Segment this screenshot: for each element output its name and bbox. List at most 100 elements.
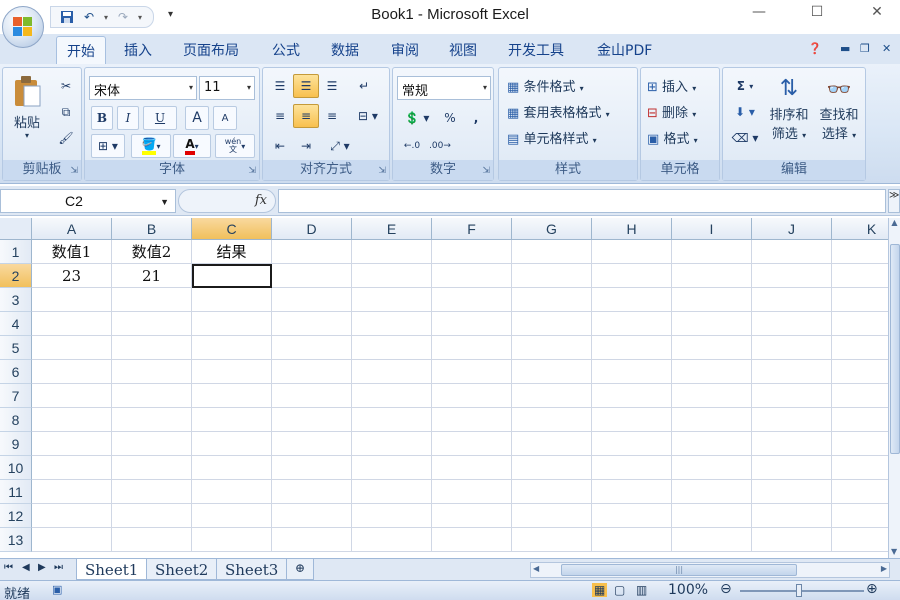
italic-button[interactable]: I (117, 106, 139, 130)
cell-k13[interactable] (832, 528, 888, 552)
tab-wps-pdf[interactable]: 金山PDF (597, 40, 652, 60)
cell-e2[interactable] (352, 264, 432, 288)
cell-e3[interactable] (352, 288, 432, 312)
align-right-button[interactable]: ≡ (319, 104, 345, 128)
cell-j6[interactable] (752, 360, 832, 384)
cell-b12[interactable] (112, 504, 192, 528)
cell-c1[interactable]: 结果 (192, 240, 272, 264)
phonetic-button[interactable]: wén 文 ▾ (215, 134, 255, 158)
cell-j9[interactable] (752, 432, 832, 456)
decrease-decimal-button[interactable]: .00→ (427, 134, 453, 158)
cell-f5[interactable] (432, 336, 512, 360)
cell-g5[interactable] (512, 336, 592, 360)
cell-f4[interactable] (432, 312, 512, 336)
accounting-format-button[interactable]: 💲 ▾ (399, 106, 435, 130)
cell-a13[interactable] (32, 528, 112, 552)
cell-j1[interactable] (752, 240, 832, 264)
cell-k8[interactable] (832, 408, 888, 432)
insert-sheet-icon[interactable]: ⊕ (286, 559, 315, 580)
cell-a1[interactable]: 数值1 (32, 240, 112, 264)
cell-d3[interactable] (272, 288, 352, 312)
increase-indent-button[interactable]: ⇥ (293, 134, 319, 158)
cell-a11[interactable] (32, 480, 112, 504)
row-header-13[interactable]: 13 (0, 528, 32, 552)
column-header-d[interactable]: D (272, 218, 352, 240)
cell-a6[interactable] (32, 360, 112, 384)
scroll-left-icon[interactable]: ◀ (533, 564, 539, 573)
cell-d5[interactable] (272, 336, 352, 360)
row-header-4[interactable]: 4 (0, 312, 32, 336)
cell-c11[interactable] (192, 480, 272, 504)
cell-k7[interactable] (832, 384, 888, 408)
cell-a5[interactable] (32, 336, 112, 360)
prev-sheet-icon[interactable]: ◀ (22, 562, 30, 573)
column-header-j[interactable]: J (752, 218, 832, 240)
grow-font-button[interactable]: A (185, 106, 209, 130)
cell-d10[interactable] (272, 456, 352, 480)
first-sheet-icon[interactable]: ⏮ (4, 562, 13, 573)
column-header-e[interactable]: E (352, 218, 432, 240)
cell-c5[interactable] (192, 336, 272, 360)
cell-k6[interactable] (832, 360, 888, 384)
cell-k10[interactable] (832, 456, 888, 480)
name-box-dropdown-icon[interactable]: ▼ (160, 197, 169, 207)
ribbon-restore-icon[interactable]: ❐ (860, 42, 870, 55)
column-header-h[interactable]: H (592, 218, 672, 240)
format-painter-icon[interactable]: 🖌 (55, 126, 77, 150)
cell-d1[interactable] (272, 240, 352, 264)
cell-c9[interactable] (192, 432, 272, 456)
scroll-up-icon[interactable]: ▲ (889, 218, 900, 227)
cell-a7[interactable] (32, 384, 112, 408)
cell-i4[interactable] (672, 312, 752, 336)
cell-b3[interactable] (112, 288, 192, 312)
cell-d11[interactable] (272, 480, 352, 504)
cell-c2[interactable] (192, 264, 272, 288)
clear-button[interactable]: ⌫ ▾ (727, 126, 763, 150)
cell-j3[interactable] (752, 288, 832, 312)
cell-b8[interactable] (112, 408, 192, 432)
cell-b6[interactable] (112, 360, 192, 384)
cell-c4[interactable] (192, 312, 272, 336)
cell-c8[interactable] (192, 408, 272, 432)
cell-a3[interactable] (32, 288, 112, 312)
cell-j11[interactable] (752, 480, 832, 504)
cell-i3[interactable] (672, 288, 752, 312)
cell-k4[interactable] (832, 312, 888, 336)
cell-d8[interactable] (272, 408, 352, 432)
horizontal-scrollbar[interactable]: ◀ ||| ▶ (530, 562, 890, 578)
minimize-button[interactable]: — (744, 4, 774, 24)
row-header-3[interactable]: 3 (0, 288, 32, 312)
column-header-a[interactable]: A (32, 218, 112, 240)
bold-button[interactable]: B (91, 106, 113, 130)
cell-h8[interactable] (592, 408, 672, 432)
tab-data[interactable]: 数据 (331, 40, 359, 60)
cell-c10[interactable] (192, 456, 272, 480)
cell-h10[interactable] (592, 456, 672, 480)
vertical-scrollbar[interactable]: ▲ ▼ (888, 218, 900, 558)
zoom-level[interactable]: 100% (668, 582, 708, 598)
align-center-button[interactable]: ≡ (293, 104, 319, 128)
paste-button[interactable]: 粘贴 ▾ (7, 74, 47, 140)
tab-review[interactable]: 审阅 (391, 40, 419, 60)
zoom-in-icon[interactable]: ⊕ (866, 581, 878, 597)
cell-a9[interactable] (32, 432, 112, 456)
cell-d9[interactable] (272, 432, 352, 456)
font-launcher-icon[interactable]: ⇲ (248, 166, 256, 176)
cell-g9[interactable] (512, 432, 592, 456)
conditional-format-button[interactable]: ▦ 条件格式 ▾ (507, 76, 584, 95)
cell-i6[interactable] (672, 360, 752, 384)
cell-a2[interactable]: 23 (32, 264, 112, 288)
cell-d2[interactable] (272, 264, 352, 288)
cell-b13[interactable] (112, 528, 192, 552)
cell-b11[interactable] (112, 480, 192, 504)
column-header-k[interactable]: K (832, 218, 888, 240)
cell-f11[interactable] (432, 480, 512, 504)
row-header-1[interactable]: 1 (0, 240, 32, 264)
cell-h1[interactable] (592, 240, 672, 264)
cell-k12[interactable] (832, 504, 888, 528)
tab-formulas[interactable]: 公式 (272, 40, 300, 60)
macro-record-icon[interactable]: ▣ (52, 583, 62, 596)
cell-d13[interactable] (272, 528, 352, 552)
cell-k11[interactable] (832, 480, 888, 504)
cell-b1[interactable]: 数值2 (112, 240, 192, 264)
